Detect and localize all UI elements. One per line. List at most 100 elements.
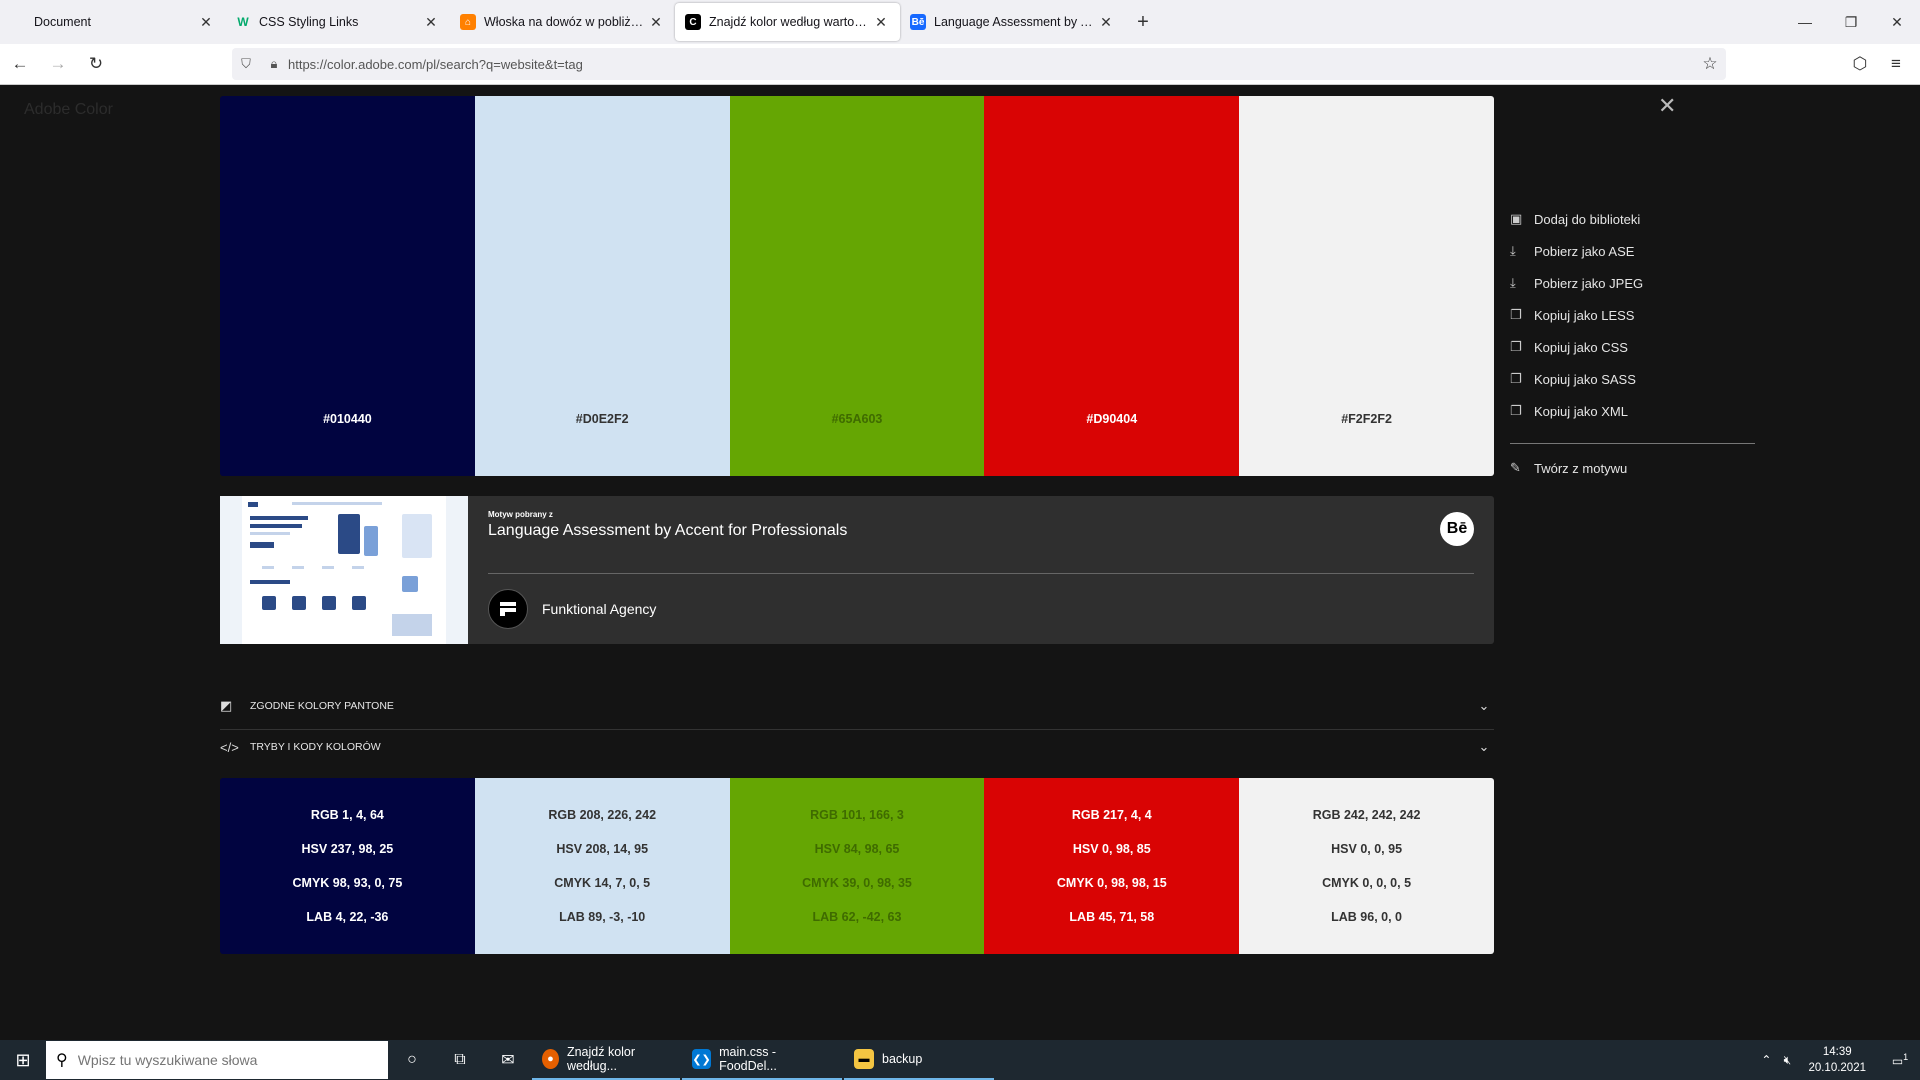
lab-value[interactable]: LAB 45, 71, 58 <box>1069 900 1154 934</box>
cmyk-value[interactable]: CMYK 39, 0, 98, 35 <box>802 866 912 900</box>
app-label: Znajdź kolor według... <box>566 1045 636 1073</box>
windows-start-icon[interactable]: ⊞ <box>0 1040 46 1080</box>
cortana-icon[interactable]: ○ <box>388 1040 436 1080</box>
notifications-icon[interactable]: ▭1 <box>1880 1052 1920 1068</box>
hsv-value[interactable]: HSV 237, 98, 25 <box>302 832 394 866</box>
tab-document[interactable]: Document ✕ <box>0 4 225 40</box>
create-from-theme-button[interactable]: ✎ Twórz z motywu <box>1510 452 1760 484</box>
browser-tab-strip: Document ✕ W CSS Styling Links ✕ ⌂ Włosk… <box>0 0 1920 44</box>
hsv-value[interactable]: HSV 0, 0, 95 <box>1331 832 1402 866</box>
taskbar-app-vscode[interactable]: ❮❯ main.css - FoodDel... <box>682 1040 842 1080</box>
mail-icon[interactable]: ✉ <box>484 1040 532 1080</box>
search-input[interactable] <box>77 1052 358 1068</box>
lab-value[interactable]: LAB 89, -3, -10 <box>559 900 645 934</box>
source-title[interactable]: Language Assessment by Accent for Profes… <box>488 522 1474 540</box>
chevron-up-icon[interactable]: ⌃ <box>1756 1053 1776 1067</box>
restore-icon[interactable]: ❐ <box>1828 0 1874 44</box>
copy-css-button[interactable]: ❐ Kopiuj jako CSS <box>1510 331 1760 363</box>
tab-title: Znajdź kolor według wartości s <box>709 15 872 29</box>
rgb-value[interactable]: RGB 101, 166, 3 <box>810 798 904 832</box>
cmyk-value[interactable]: CMYK 0, 98, 98, 15 <box>1057 866 1167 900</box>
tab-css-styling-links[interactable]: W CSS Styling Links ✕ <box>225 4 450 40</box>
add-to-library-button[interactable]: ▣ Dodaj do biblioteki <box>1510 203 1760 235</box>
accordion-pantone[interactable]: ◩ ZGODNE KOLORY PANTONE ⌄ <box>220 689 1494 723</box>
lab-value[interactable]: LAB 4, 22, -36 <box>306 900 388 934</box>
close-icon[interactable]: ✕ <box>197 14 215 31</box>
swatch-hex: #D0E2F2 <box>575 412 629 426</box>
cmyk-value[interactable]: CMYK 98, 93, 0, 75 <box>293 866 403 900</box>
copy-xml-button[interactable]: ❐ Kopiuj jako XML <box>1510 395 1760 427</box>
taskbar-search[interactable]: ⚲ <box>46 1041 388 1079</box>
minimize-icon[interactable]: — <box>1782 0 1828 44</box>
volume-muted-icon[interactable]: 🔇︎ <box>1776 1053 1798 1068</box>
behance-icon: Bē <box>910 14 926 30</box>
forward-icon[interactable]: → <box>40 46 76 82</box>
close-icon[interactable]: ✕ <box>422 14 440 31</box>
swatch-4[interactable]: #D90404 <box>984 96 1240 476</box>
window-close-icon[interactable]: ✕ <box>1874 0 1920 44</box>
color-code-column: RGB 208, 226, 242 HSV 208, 14, 95 CMYK 1… <box>474 778 730 954</box>
hsv-value[interactable]: HSV 84, 98, 65 <box>815 832 900 866</box>
app-label: backup <box>882 1052 923 1066</box>
url-input[interactable] <box>288 56 1726 72</box>
taskbar-app-explorer[interactable]: ▬ backup <box>844 1040 994 1080</box>
clock[interactable]: 14:39 20.10.2021 <box>1808 1044 1866 1076</box>
hsv-value[interactable]: HSV 0, 98, 85 <box>1073 832 1151 866</box>
swatch-1[interactable]: #010440 <box>220 96 475 476</box>
swatch-5[interactable]: #F2F2F2 <box>1239 96 1494 476</box>
close-icon[interactable]: ✕ <box>872 14 890 31</box>
back-icon[interactable]: ← <box>2 46 38 82</box>
lab-value[interactable]: LAB 62, -42, 63 <box>813 900 902 934</box>
pocket-icon[interactable]: ⬡ <box>1842 46 1878 82</box>
tab-title: CSS Styling Links <box>259 15 359 29</box>
cmyk-value[interactable]: CMYK 14, 7, 0, 5 <box>554 866 650 900</box>
rgb-value[interactable]: RGB 217, 4, 4 <box>1072 798 1152 832</box>
action-label: Pobierz jako ASE <box>1534 243 1635 259</box>
lock-icon[interactable]: 🔒︎ <box>260 56 288 72</box>
source-info: Motyw pobrany z Language Assessment by A… <box>468 496 1494 644</box>
download-ase-button[interactable]: ⤓ Pobierz jako ASE <box>1510 235 1760 267</box>
swatch-2[interactable]: #D0E2F2 <box>474 96 730 476</box>
swatch-3[interactable]: #65A603 <box>729 96 985 476</box>
rgb-value[interactable]: RGB 1, 4, 64 <box>311 798 384 832</box>
task-view-icon[interactable]: ⧉ <box>436 1040 484 1080</box>
vscode-icon: ❮❯ <box>692 1049 712 1069</box>
tab-title: Document <box>34 15 91 29</box>
rgb-value[interactable]: RGB 208, 226, 242 <box>548 798 656 832</box>
tab-behance[interactable]: Bē Language Assessment by Accen ✕ <box>900 4 1125 40</box>
lab-value[interactable]: LAB 96, 0, 0 <box>1331 900 1402 934</box>
download-jpeg-button[interactable]: ⤓ Pobierz jako JPEG <box>1510 267 1760 299</box>
tab-food[interactable]: ⌂ Włoska na dowóz w pobliżu 44- ✕ <box>450 4 675 40</box>
close-icon[interactable]: ✕ <box>647 14 665 31</box>
copy-sass-button[interactable]: ❐ Kopiuj jako SASS <box>1510 363 1760 395</box>
browser-navbar: ← → ↻ ⛉ 🔒︎ ☆ ⬡ ≡ <box>0 44 1920 85</box>
address-bar[interactable]: ⛉ 🔒︎ <box>232 48 1726 80</box>
bookmark-star-icon[interactable]: ☆ <box>1692 46 1728 82</box>
rgb-value[interactable]: RGB 242, 242, 242 <box>1313 798 1421 832</box>
app-label: main.css - FoodDel... <box>719 1045 777 1073</box>
hsv-value[interactable]: HSV 208, 14, 95 <box>556 832 648 866</box>
menu-icon[interactable]: ≡ <box>1878 46 1914 82</box>
adobe-color-icon: C <box>685 14 701 30</box>
theme-source-card: Motyw pobrany z Language Assessment by A… <box>220 496 1494 644</box>
accordion-label: TRYBY I KODY KOLORÓW <box>250 741 381 753</box>
tab-title: Włoska na dowóz w pobliżu 44- <box>484 15 647 29</box>
new-tab-button[interactable]: + <box>1125 4 1161 40</box>
taskbar-app-firefox[interactable]: ● Znajdź kolor według... <box>532 1040 680 1080</box>
copy-less-button[interactable]: ❐ Kopiuj jako LESS <box>1510 299 1760 331</box>
reload-icon[interactable]: ↻ <box>78 46 114 82</box>
close-icon[interactable]: ✕ <box>1097 14 1115 31</box>
download-icon: ⤓ <box>1510 275 1516 290</box>
source-thumbnail[interactable] <box>220 496 468 644</box>
tab-adobe-color[interactable]: C Znajdź kolor według wartości s ✕ <box>675 3 900 41</box>
system-tray: ⌃ 🔇︎ 14:39 20.10.2021 ▭1 <box>1756 1040 1920 1080</box>
accordion-color-codes[interactable]: </> TRYBY I KODY KOLORÓW ⌄ <box>220 730 1494 764</box>
firefox-icon: ● <box>542 1049 559 1069</box>
source-author[interactable]: Funktional Agency <box>488 589 656 629</box>
color-code-column: RGB 101, 166, 3 HSV 84, 98, 65 CMYK 39, … <box>729 778 985 954</box>
shield-icon[interactable]: ⛉ <box>232 56 260 72</box>
cmyk-value[interactable]: CMYK 0, 0, 0, 5 <box>1322 866 1411 900</box>
copy-icon: ❐ <box>1510 371 1522 386</box>
close-modal-icon[interactable]: ✕ <box>1658 93 1676 119</box>
behance-icon[interactable]: Bē <box>1440 512 1474 546</box>
